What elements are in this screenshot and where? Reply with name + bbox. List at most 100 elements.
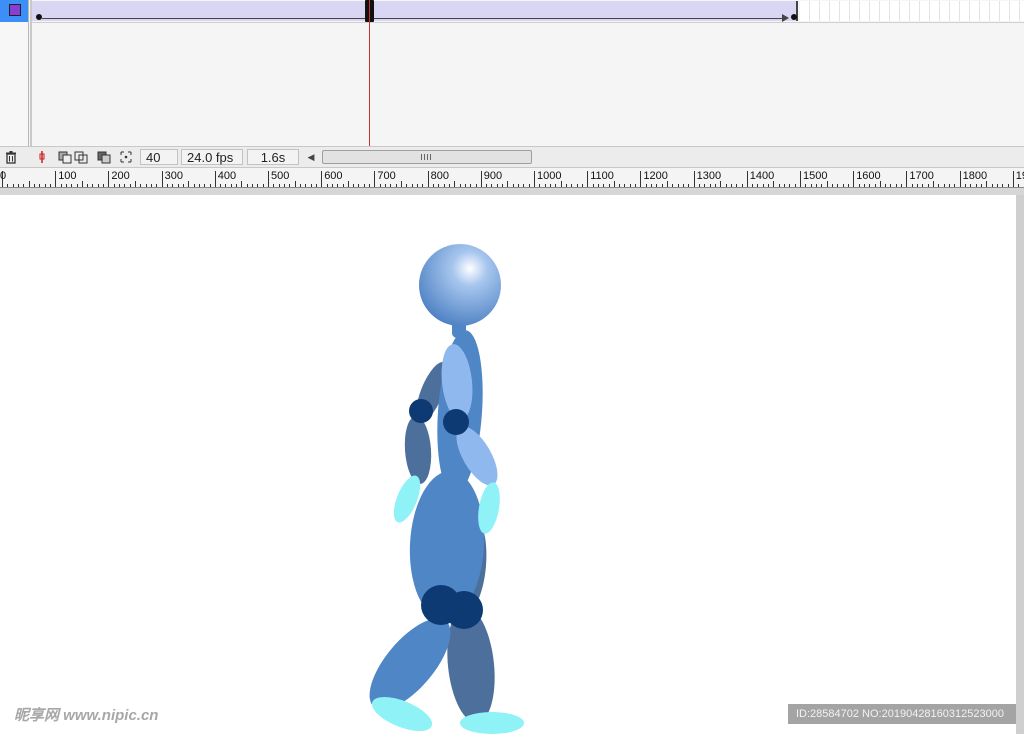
ruler-tick <box>581 184 583 187</box>
frames-grid[interactable] <box>30 0 1024 146</box>
ruler-tick <box>252 184 253 187</box>
layer-outline-color-swatch[interactable] <box>9 4 21 16</box>
layer-divider <box>32 22 1024 23</box>
ruler-tick <box>470 184 472 187</box>
ruler-tick <box>831 184 833 187</box>
ruler-tick <box>284 184 285 187</box>
ruler-tick <box>289 184 291 187</box>
ruler-tick <box>528 184 530 187</box>
ruler-tick <box>752 184 754 187</box>
walking-figure[interactable] <box>0 195 1016 734</box>
ruler-tick <box>220 184 222 187</box>
ruler-label: 400 <box>217 170 237 182</box>
ruler-tick <box>363 184 365 187</box>
modify-markers-icon[interactable] <box>119 150 133 164</box>
layer-row-selected[interactable] <box>0 0 28 22</box>
ruler-tick <box>619 184 621 187</box>
ruler-tick <box>459 184 461 187</box>
ruler-label: 900 <box>483 170 503 182</box>
edit-multiple-frames-icon[interactable] <box>97 150 111 164</box>
ruler-tick <box>810 184 812 187</box>
ruler-label: 700 <box>377 170 396 182</box>
ruler-label: 800 <box>430 170 449 182</box>
ruler-tick <box>23 184 25 187</box>
center-frame-icon[interactable] <box>35 150 49 164</box>
ruler-tick <box>262 184 264 187</box>
ruler-tick <box>698 184 700 187</box>
back-shoulder-joint[interactable] <box>409 399 433 423</box>
trash-icon[interactable] <box>4 150 18 164</box>
ruler-tick <box>454 181 456 187</box>
ruler-tick <box>480 171 482 187</box>
ruler-tick <box>571 184 573 187</box>
ruler-tick <box>534 171 535 187</box>
ruler-tick <box>60 184 62 187</box>
ruler-tick <box>193 184 195 187</box>
stage-vertical-scrollbar[interactable] <box>1016 195 1024 734</box>
ruler-tick <box>28 181 30 187</box>
ruler-tick <box>683 184 684 187</box>
ruler-tick <box>949 184 950 187</box>
ruler-tick <box>784 184 785 187</box>
ruler-tick <box>305 184 307 187</box>
ruler-tick <box>805 184 807 187</box>
ruler-tick <box>661 184 663 187</box>
ruler-tick <box>182 184 184 187</box>
ruler-tick <box>315 184 317 187</box>
ruler-tick <box>523 184 525 187</box>
ruler-tick <box>172 184 174 187</box>
ruler-tick <box>512 184 514 187</box>
ruler-tick <box>970 184 972 187</box>
ruler-tick <box>209 184 211 187</box>
site-watermark: 昵享网 www.nipic.cn <box>14 707 159 724</box>
ruler-tick <box>49 184 51 187</box>
ruler-tick <box>161 171 163 187</box>
ruler-label: 1000 <box>537 170 562 182</box>
ruler-tick <box>55 171 57 187</box>
scroll-left-arrow-icon[interactable]: ◀ <box>305 150 317 164</box>
head[interactable] <box>419 244 501 326</box>
stage-canvas[interactable] <box>0 195 1016 734</box>
onion-skin-outlines-icon[interactable] <box>74 150 88 164</box>
ruler-tick <box>709 184 711 187</box>
keyframe-end[interactable] <box>791 14 797 20</box>
ruler-tick <box>672 184 674 187</box>
front-knee-joint[interactable] <box>421 585 461 625</box>
onion-skin-icon[interactable] <box>58 150 72 164</box>
ruler-tick <box>911 184 913 187</box>
frame-rate-field[interactable]: 24.0 fps <box>181 149 243 165</box>
ruler-tick <box>714 184 716 187</box>
ruler-tick <box>821 184 823 187</box>
ruler-tick <box>124 184 126 187</box>
ruler-tick <box>906 171 908 187</box>
ruler-tick <box>507 181 509 187</box>
ruler-tick <box>18 184 19 187</box>
empty-frame-cells[interactable] <box>800 1 1024 21</box>
ruler-tick <box>294 181 296 187</box>
ruler-tick <box>895 184 897 187</box>
back-forearm[interactable] <box>403 415 434 485</box>
ruler-tick <box>76 184 78 187</box>
back-foot[interactable] <box>460 712 524 734</box>
ruler-tick <box>135 181 136 187</box>
playhead-line <box>369 0 370 146</box>
ruler-tick <box>395 184 397 187</box>
ruler-tick <box>768 184 770 187</box>
horizontal-ruler: 0 100 200 300 400 500 600 700 800 900 1000 1100 1200… <box>0 168 1024 188</box>
ruler-tick <box>789 184 791 187</box>
ruler-tick <box>964 184 966 187</box>
ruler-tick <box>486 184 488 187</box>
ruler-tick <box>885 184 887 187</box>
ruler-tick <box>959 171 961 187</box>
ruler-tick <box>321 171 323 187</box>
ruler-tick <box>268 171 269 187</box>
ruler-tick <box>369 184 371 187</box>
image-id-banner: ID:28584702 NO:20190428160312523000 <box>788 704 1016 724</box>
ruler-tick <box>837 184 839 187</box>
front-shoulder-joint[interactable] <box>443 409 469 435</box>
ruler-tick <box>236 184 238 187</box>
timeline-horizontal-scrollbar[interactable] <box>322 150 532 164</box>
keyframe-start[interactable] <box>36 14 42 20</box>
tween-arrow <box>42 18 787 19</box>
ruler-tick <box>65 184 67 187</box>
